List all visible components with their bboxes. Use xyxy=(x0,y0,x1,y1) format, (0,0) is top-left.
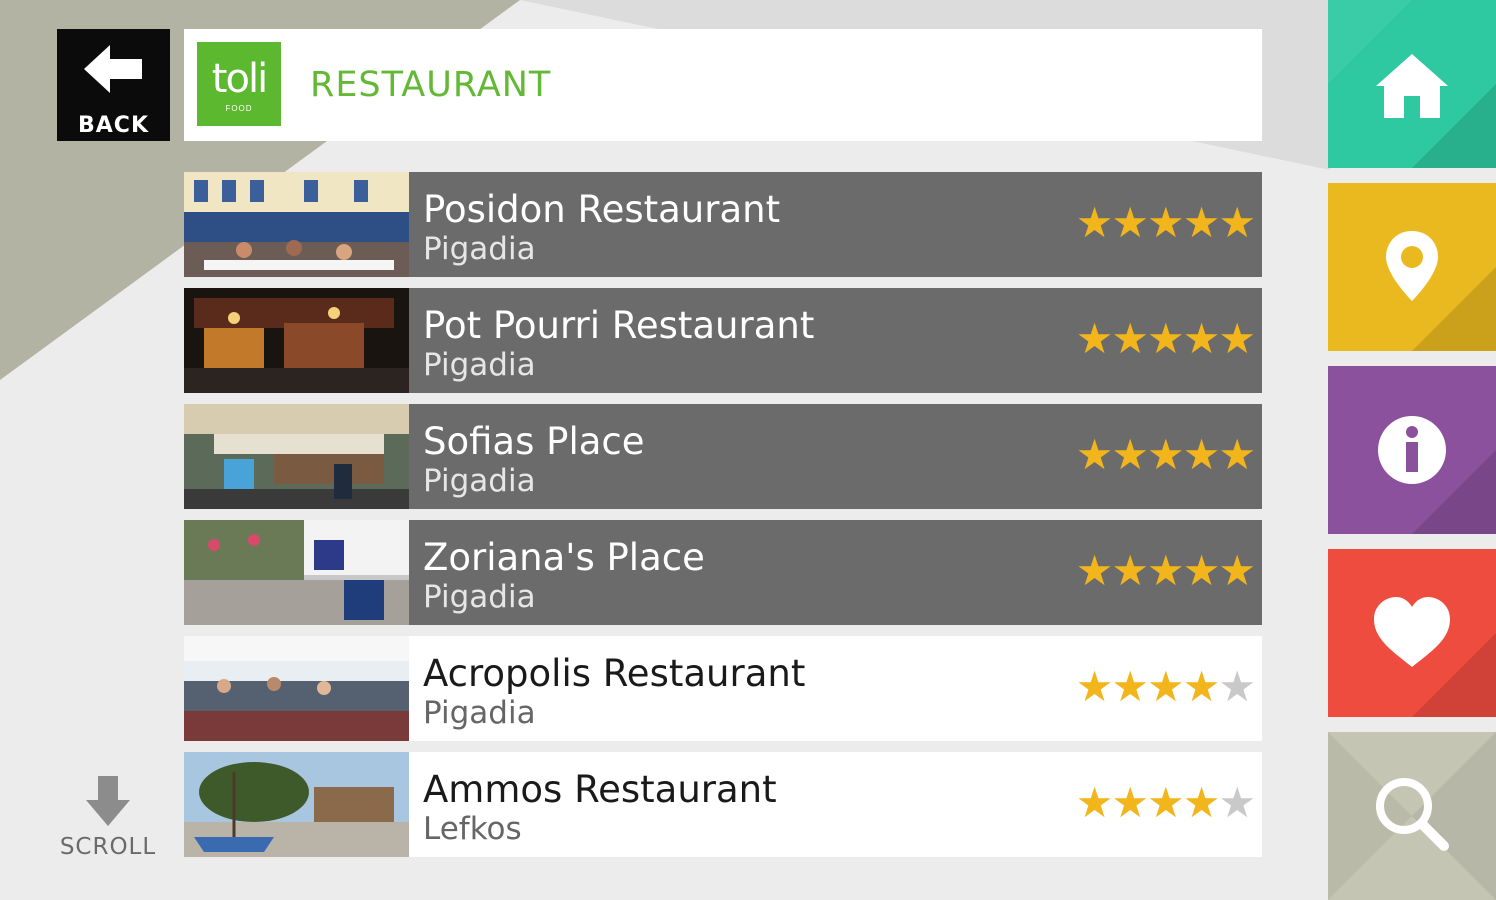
restaurant-name: Pot Pourri Restaurant xyxy=(423,304,815,347)
nav-info-button[interactable] xyxy=(1328,366,1496,534)
star-filled-icon: ★ xyxy=(1182,198,1221,247)
star-rating: ★★★★★ xyxy=(1075,430,1256,479)
star-empty-icon: ★ xyxy=(1218,662,1256,711)
star-filled-icon: ★ xyxy=(1182,546,1221,595)
restaurant-name: Sofias Place xyxy=(423,420,645,463)
star-filled-icon: ★ xyxy=(1075,546,1114,595)
app-logo: toli FOOD xyxy=(197,42,281,126)
restaurant-photo xyxy=(184,172,409,277)
heart-icon xyxy=(1374,597,1450,667)
nav-favorites-button[interactable] xyxy=(1328,549,1496,717)
star-rating: ★★★★★ xyxy=(1075,662,1256,711)
star-filled-icon: ★ xyxy=(1075,430,1114,479)
restaurant-location: Pigadia xyxy=(423,579,536,615)
restaurant-row[interactable]: Sofias Place Pigadia ★★★★★ xyxy=(184,404,1262,509)
star-rating: ★★★★★ xyxy=(1075,198,1256,247)
restaurant-name: Acropolis Restaurant xyxy=(423,652,806,695)
star-filled-icon: ★ xyxy=(1111,546,1150,595)
restaurant-row[interactable]: Zoriana's Place Pigadia ★★★★★ xyxy=(184,520,1262,625)
star-filled-icon: ★ xyxy=(1111,778,1150,827)
restaurant-location: Lefkos xyxy=(423,811,522,847)
restaurant-photo xyxy=(184,520,409,625)
restaurant-row[interactable]: Pot Pourri Restaurant Pigadia ★★★★★ xyxy=(184,288,1262,393)
header-bar: toli FOOD RESTAURANT xyxy=(184,29,1262,141)
star-filled-icon: ★ xyxy=(1182,778,1221,827)
restaurant-name: Posidon Restaurant xyxy=(423,188,781,231)
restaurant-row[interactable]: Acropolis Restaurant Pigadia ★★★★★ xyxy=(184,636,1262,741)
star-filled-icon: ★ xyxy=(1218,546,1256,595)
star-filled-icon: ★ xyxy=(1218,198,1256,247)
restaurant-name: Zoriana's Place xyxy=(423,536,705,579)
info-icon xyxy=(1378,416,1446,484)
arrow-down-icon xyxy=(86,776,130,826)
restaurant-location: Pigadia xyxy=(423,347,536,383)
restaurant-name: Ammos Restaurant xyxy=(423,768,777,811)
star-filled-icon: ★ xyxy=(1147,778,1185,827)
star-filled-icon: ★ xyxy=(1111,662,1150,711)
nav-home-button[interactable] xyxy=(1328,0,1496,168)
nav-search-button[interactable] xyxy=(1328,732,1496,900)
restaurant-row[interactable]: Ammos Restaurant Lefkos ★★★★★ xyxy=(184,752,1262,857)
star-rating: ★★★★★ xyxy=(1075,314,1256,363)
restaurant-location: Pigadia xyxy=(423,463,536,499)
star-filled-icon: ★ xyxy=(1182,314,1221,363)
arrow-left-icon xyxy=(84,45,142,93)
restaurant-photo xyxy=(184,752,409,857)
star-rating: ★★★★★ xyxy=(1075,546,1256,595)
nav-map-button[interactable] xyxy=(1328,183,1496,351)
back-button[interactable]: BACK xyxy=(57,29,170,141)
star-filled-icon: ★ xyxy=(1111,314,1150,363)
star-filled-icon: ★ xyxy=(1147,314,1185,363)
scroll-label: SCROLL xyxy=(59,834,157,860)
scroll-button[interactable]: SCROLL xyxy=(48,770,168,865)
star-filled-icon: ★ xyxy=(1147,198,1185,247)
search-icon xyxy=(1376,778,1449,851)
restaurant-list: Posidon Restaurant Pigadia ★★★★★ Pot Pou… xyxy=(184,172,1262,868)
star-filled-icon: ★ xyxy=(1147,546,1185,595)
star-filled-icon: ★ xyxy=(1111,430,1150,479)
home-icon xyxy=(1376,54,1448,118)
restaurant-location: Pigadia xyxy=(423,695,536,731)
star-filled-icon: ★ xyxy=(1075,662,1114,711)
star-filled-icon: ★ xyxy=(1147,662,1185,711)
restaurant-row[interactable]: Posidon Restaurant Pigadia ★★★★★ xyxy=(184,172,1262,277)
star-filled-icon: ★ xyxy=(1182,430,1221,479)
star-filled-icon: ★ xyxy=(1075,198,1114,247)
star-filled-icon: ★ xyxy=(1218,314,1256,363)
page-title: RESTAURANT xyxy=(310,65,552,105)
star-filled-icon: ★ xyxy=(1218,430,1256,479)
restaurant-photo xyxy=(184,636,409,741)
star-filled-icon: ★ xyxy=(1075,778,1114,827)
star-filled-icon: ★ xyxy=(1111,198,1150,247)
map-pin-icon xyxy=(1386,231,1438,301)
star-filled-icon: ★ xyxy=(1182,662,1221,711)
logo-subtext: FOOD xyxy=(225,104,253,113)
star-empty-icon: ★ xyxy=(1218,778,1256,827)
back-label: BACK xyxy=(78,113,149,138)
restaurant-photo xyxy=(184,288,409,393)
star-rating: ★★★★★ xyxy=(1075,778,1256,827)
logo-text: toli xyxy=(211,56,268,102)
restaurant-photo xyxy=(184,404,409,509)
restaurant-location: Pigadia xyxy=(423,231,536,267)
star-filled-icon: ★ xyxy=(1147,430,1185,479)
star-filled-icon: ★ xyxy=(1075,314,1114,363)
side-nav xyxy=(1328,0,1496,900)
